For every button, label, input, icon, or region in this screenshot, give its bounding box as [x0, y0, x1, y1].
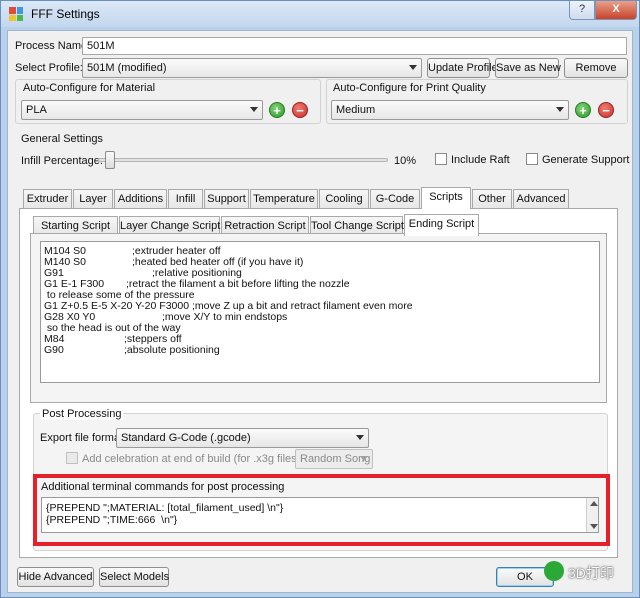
wechat-icon: [544, 561, 564, 581]
minus-icon: −: [602, 103, 610, 118]
save-as-new-button[interactable]: Save as New: [495, 58, 561, 78]
script-line: G90 ;absolute positioning: [44, 344, 220, 356]
window-title: FFF Settings: [31, 7, 100, 21]
export-format-value: Standard G-Code (.gcode): [121, 432, 251, 444]
infill-slider-track[interactable]: [98, 158, 388, 162]
hide-advanced-button[interactable]: Hide Advanced: [17, 567, 94, 587]
minus-icon: −: [296, 103, 304, 118]
ending-script-editor[interactable]: M104 S0 ;extruder heater off M140 S0 ;heate…: [40, 241, 600, 383]
quality-title: Auto-Configure for Print Quality: [333, 82, 486, 94]
chevron-down-icon: [360, 456, 368, 461]
profile-value: 501M (modified): [87, 62, 167, 74]
export-format-label: Export file format: [40, 432, 124, 444]
quality-dropdown[interactable]: Medium: [331, 100, 569, 120]
tab-layer[interactable]: Layer: [73, 189, 113, 209]
tab-other[interactable]: Other: [472, 189, 512, 209]
remove-material-button[interactable]: −: [292, 102, 308, 118]
include-raft-label: Include Raft: [451, 154, 510, 166]
subtab-ending-script[interactable]: Ending Script: [404, 214, 479, 236]
help-button[interactable]: ?: [569, 1, 595, 20]
select-models-button[interactable]: Select Models: [99, 567, 169, 587]
select-profile-label: Select Profile:: [15, 62, 83, 74]
profile-dropdown[interactable]: 501M (modified): [82, 58, 422, 78]
export-format-dropdown[interactable]: Standard G-Code (.gcode): [116, 428, 369, 448]
material-title: Auto-Configure for Material: [23, 82, 156, 94]
song-dropdown[interactable]: Random Song: [295, 449, 373, 469]
process-name-input[interactable]: 501M: [82, 37, 627, 55]
general-settings-title: General Settings: [21, 133, 103, 145]
material-dropdown[interactable]: PLA: [21, 100, 263, 120]
tab-g-code[interactable]: G-Code: [370, 189, 420, 209]
tab-extruder[interactable]: Extruder: [23, 189, 72, 209]
infill-label: Infill Percentage:: [21, 155, 103, 167]
process-name-label: Process Name:: [15, 40, 91, 52]
chevron-down-icon: [409, 65, 417, 70]
plus-icon: +: [273, 103, 281, 118]
tab-additions[interactable]: Additions: [114, 189, 167, 209]
tab-advanced[interactable]: Advanced: [513, 189, 569, 209]
update-profile-button[interactable]: Update Profile: [427, 58, 498, 78]
add-material-button[interactable]: +: [269, 102, 285, 118]
chevron-down-icon: [556, 107, 564, 112]
include-raft-checkbox[interactable]: [435, 153, 447, 165]
script-comment: ;absolute positioning: [124, 344, 220, 356]
tab-support[interactable]: Support: [204, 189, 249, 209]
app-icon: [9, 7, 23, 21]
plus-icon: +: [579, 103, 587, 118]
chevron-down-icon: [356, 435, 364, 440]
watermark-text: 3D打印: [568, 565, 614, 581]
tab-temperature[interactable]: Temperature: [250, 189, 318, 209]
celebration-label: Add celebration at end of build (for .x3…: [82, 453, 324, 465]
dialog-body: Process Name: 501M Select Profile: 501M …: [7, 30, 633, 593]
remove-quality-button[interactable]: −: [598, 102, 614, 118]
highlight-frame: [33, 474, 610, 546]
script-code: G90: [44, 344, 64, 356]
fff-settings-window: FFF Settings ? X Process Name: 501M Sele…: [0, 0, 640, 598]
quality-value: Medium: [336, 104, 376, 116]
infill-value: 10%: [394, 155, 417, 167]
material-value: PLA: [26, 104, 47, 116]
tab-cooling[interactable]: Cooling: [319, 189, 369, 209]
celebration-checkbox[interactable]: [66, 452, 78, 464]
title-bar[interactable]: FFF Settings ? X: [1, 1, 639, 27]
tab-infill[interactable]: Infill: [168, 189, 203, 209]
post-processing-title: Post Processing: [40, 408, 124, 420]
tab-scripts[interactable]: Scripts: [421, 187, 471, 209]
remove-button[interactable]: Remove: [564, 58, 628, 78]
generate-support-label: Generate Support: [542, 154, 630, 166]
add-quality-button[interactable]: +: [575, 102, 591, 118]
infill-slider-thumb[interactable]: [105, 151, 116, 169]
generate-support-checkbox[interactable]: [526, 153, 538, 165]
chevron-down-icon: [250, 107, 258, 112]
close-button[interactable]: X: [595, 1, 637, 20]
